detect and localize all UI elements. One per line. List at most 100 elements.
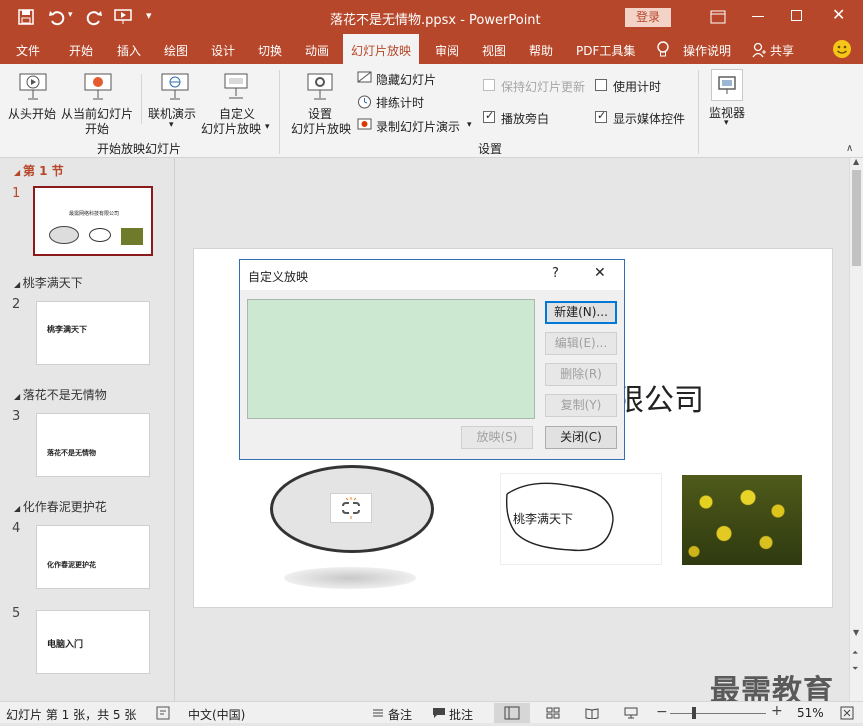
tab-animations[interactable]: 动画 [305, 42, 329, 59]
custom-shows-list[interactable] [247, 299, 535, 419]
tab-view[interactable]: 视图 [482, 42, 506, 59]
flower-picture[interactable] [682, 475, 802, 565]
zoom-out-button[interactable]: − [656, 704, 668, 720]
share-button[interactable]: 共享 [770, 42, 794, 59]
slide-sorter-icon[interactable] [546, 707, 560, 719]
record-slideshow-button[interactable]: 录制幻灯片演示 [376, 118, 460, 135]
dialog-close-icon[interactable]: ✕ [594, 265, 606, 281]
slideshow-view-icon[interactable] [624, 707, 638, 719]
tab-file[interactable]: 文件 [16, 42, 40, 59]
callout-text[interactable]: 桃李满天下 [513, 510, 573, 527]
custom-slideshow-dropdown-icon[interactable]: ▾ [265, 122, 270, 132]
share-icon[interactable] [752, 42, 766, 58]
use-timings-label[interactable]: 使用计时 [613, 78, 661, 95]
dialog-help-button[interactable]: ? [552, 266, 559, 281]
customize-qat-icon[interactable]: ▾ [146, 9, 152, 22]
maximize-icon[interactable] [791, 10, 802, 21]
record-dropdown-icon[interactable]: ▾ [467, 120, 472, 130]
delete-custom-show-button[interactable]: 删除(R) [545, 363, 617, 386]
tab-review[interactable]: 审阅 [435, 42, 459, 59]
slide-title-fragment[interactable]: 限公司 [614, 375, 704, 419]
tab-transitions[interactable]: 切换 [258, 42, 282, 59]
close-icon[interactable]: ✕ [832, 5, 845, 24]
reading-view-icon[interactable] [585, 707, 599, 720]
tell-me-search[interactable]: 操作说明 [683, 42, 731, 59]
play-from-current-button-line2[interactable]: 开始 [85, 120, 109, 137]
play-narrations-checkbox[interactable] [483, 109, 495, 123]
undo-icon[interactable] [48, 8, 66, 26]
setup-slideshow-icon[interactable] [306, 72, 336, 102]
record-slideshow-icon[interactable] [357, 118, 372, 132]
scroll-down-arrow[interactable]: ▼ [853, 628, 859, 637]
slide-thumbnail-2[interactable]: 桃李满天下 [36, 301, 150, 365]
dialog-titlebar[interactable]: 自定义放映 ? ✕ [240, 260, 624, 290]
section-header-1[interactable]: ◢ 第 1 节 [14, 162, 64, 179]
notes-button[interactable]: 备注 [388, 706, 412, 723]
play-from-start-icon[interactable] [18, 72, 48, 102]
monitor-icon[interactable] [711, 69, 743, 101]
copy-custom-show-button[interactable]: 复制(Y) [545, 394, 617, 417]
save-icon[interactable] [18, 9, 34, 25]
login-button[interactable]: 登录 [625, 8, 671, 27]
next-slide-icon[interactable]: ⏷ [852, 664, 858, 674]
zoom-in-button[interactable]: + [771, 703, 783, 719]
undo-dropdown-icon[interactable]: ▾ [68, 10, 73, 20]
zoom-slider[interactable] [670, 713, 766, 714]
tab-pdf-tools[interactable]: PDF工具集 [576, 42, 635, 59]
normal-view-icon[interactable] [494, 703, 530, 723]
rehearse-timings-icon[interactable] [357, 94, 372, 109]
tab-design[interactable]: 设计 [211, 42, 235, 59]
comments-icon[interactable] [432, 707, 446, 719]
tab-slideshow[interactable]: 幻灯片放映 [343, 34, 420, 64]
callout-box[interactable]: 桃李满天下 [500, 473, 662, 565]
fit-to-window-icon[interactable] [840, 706, 854, 720]
custom-slideshow-icon[interactable] [221, 72, 251, 102]
comments-button[interactable]: 批注 [449, 706, 473, 723]
monitor-dropdown-icon[interactable]: ▾ [724, 118, 729, 128]
vertical-scrollbar[interactable]: ▲ ▼ ⏶ ⏷ [849, 157, 863, 701]
hide-slide-button[interactable]: 隐藏幻灯片 [376, 71, 436, 88]
language-indicator[interactable]: 中文(中国) [188, 706, 245, 723]
tab-home[interactable]: 开始 [69, 42, 93, 59]
media-controls-checkbox[interactable] [595, 109, 607, 123]
scroll-thumb[interactable] [852, 170, 861, 266]
section-header-3[interactable]: ◢ 落花不是无情物 [14, 386, 107, 403]
play-from-start-button[interactable]: 从头开始 [8, 105, 56, 122]
ribbon-display-options-icon[interactable] [710, 10, 726, 24]
slide-thumbnail-3[interactable]: 落花不是无情物 [36, 413, 150, 477]
present-online-icon[interactable] [160, 72, 190, 102]
minimize-icon[interactable] [752, 16, 764, 17]
hide-slide-icon[interactable] [357, 71, 372, 85]
rehearse-timings-button[interactable]: 排练计时 [376, 94, 424, 111]
start-slideshow-icon[interactable] [113, 8, 133, 26]
edit-custom-show-button[interactable]: 编辑(E)... [545, 332, 617, 355]
present-online-dropdown-icon[interactable]: ▾ [169, 120, 174, 130]
play-narrations-label[interactable]: 播放旁白 [501, 110, 549, 127]
use-timings-checkbox[interactable] [595, 79, 607, 91]
slide-thumbnail-1[interactable]: 最需网络科技有限公司 [33, 186, 153, 256]
collapse-ribbon-icon[interactable]: ∧ [846, 143, 853, 154]
play-from-current-icon[interactable] [83, 72, 113, 102]
setup-slideshow-button-line2[interactable]: 幻灯片放映 [291, 120, 351, 137]
section-header-2[interactable]: ◢ 桃李满天下 [14, 274, 83, 291]
zoom-slider-thumb[interactable] [692, 707, 696, 719]
custom-slideshow-button-line2[interactable]: 幻灯片放映 [201, 120, 261, 137]
smiley-feedback-icon[interactable] [832, 39, 852, 59]
zoom-level[interactable]: 51% [797, 706, 824, 720]
redo-icon[interactable] [85, 8, 103, 26]
tab-insert[interactable]: 插入 [117, 42, 141, 59]
new-custom-show-button[interactable]: 新建(N)... [545, 301, 617, 324]
show-custom-show-button[interactable]: 放映(S) [461, 426, 533, 449]
previous-slide-icon[interactable]: ⏶ [852, 648, 858, 658]
close-dialog-button[interactable]: 关闭(C) [545, 426, 617, 449]
slide-thumbnail-4[interactable]: 化作春泥更护花 [36, 525, 150, 589]
broken-link-icon[interactable] [330, 493, 372, 523]
accessibility-icon[interactable] [156, 706, 170, 720]
media-controls-label[interactable]: 显示媒体控件 [613, 110, 685, 127]
tab-help[interactable]: 帮助 [529, 42, 553, 59]
tab-draw[interactable]: 绘图 [164, 42, 188, 59]
scroll-up-arrow[interactable]: ▲ [853, 157, 859, 166]
slide-thumbnail-5[interactable]: 电脑入门 [36, 610, 150, 674]
notes-icon[interactable] [372, 707, 384, 719]
section-header-4[interactable]: ◢ 化作春泥更护花 [14, 498, 107, 515]
